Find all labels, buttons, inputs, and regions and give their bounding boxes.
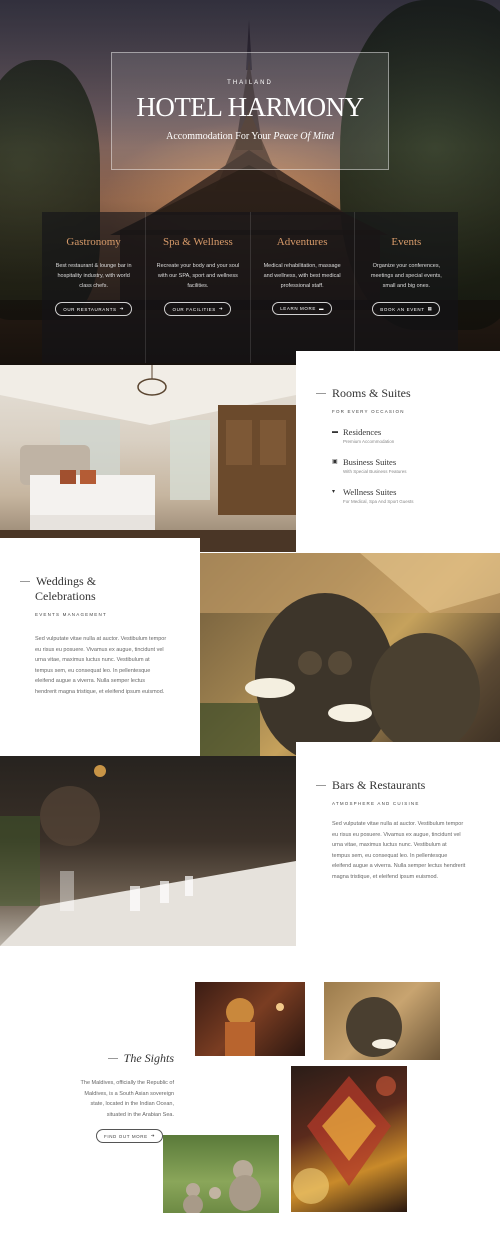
hero-title-box: THAILAND HOTEL HARMONY Accommodation For… [111, 52, 389, 170]
arrow-right-icon: ➔ [150, 1133, 156, 1138]
feature-adventures: Adventures Medical rehabilitation, massa… [250, 212, 355, 363]
photo-statue [324, 982, 440, 1060]
dancer-illustration [225, 998, 284, 1056]
button-label: FIND OUT MORE [104, 1133, 148, 1139]
table-illustration [0, 765, 296, 946]
building-icon: ▣ [332, 459, 338, 465]
feature-events: Events Organize your conferences, meetin… [354, 212, 458, 363]
heading-dash [107, 1058, 118, 1059]
bars-title: Bars & Restaurants [332, 778, 426, 792]
room-item-sub: Premium Accommodation [343, 439, 395, 444]
feature-description: Recreate your body and your soul with ou… [156, 263, 240, 289]
rooms-card: Rooms & Suites FOR EVERY OCCASION ▬ Resi… [296, 351, 500, 551]
feature-strip: Gastronomy Best restaurant & lounge bar … [42, 212, 458, 363]
room-item-sub: For Medical, Spa And Sport Guests [343, 499, 414, 504]
heading-dash [20, 581, 30, 582]
find-out-more-button[interactable]: FIND OUT MORE ➔ [96, 1129, 164, 1143]
learn-more-button[interactable]: LEARN MORE ▬ [272, 302, 333, 315]
bars-card: Bars & Restaurants ATMOSPHERE AND CUISIN… [296, 742, 500, 946]
calendar-icon: ▦ [427, 306, 433, 311]
arrow-right-icon: ➔ [119, 306, 125, 311]
room-item-sub: With Special Business Features [343, 469, 407, 474]
rooms-image [0, 365, 296, 552]
bars-body: Sed vulputate vitae nulla at auctor. Ves… [332, 821, 466, 880]
rooms-title: Rooms & Suites [332, 386, 411, 400]
feature-title: Gastronomy [66, 236, 121, 248]
room-item-business[interactable]: ▣ Business Suites With Special Business … [332, 457, 414, 474]
weddings-card: Weddings & Celebrations EVENTS MANAGEMEN… [0, 538, 200, 756]
glass-icon: ▾ [332, 489, 336, 495]
sights-section: The Sights The Maldives, officially the … [0, 946, 500, 1248]
arrow-right-icon: ➔ [218, 306, 224, 311]
hero-eyebrow: THAILAND [227, 80, 273, 86]
feature-spa: Spa & Wellness Recreate your body and yo… [146, 212, 251, 363]
room-item-title: Wellness Suites [343, 487, 397, 497]
feature-description: Organize your conferences, meetings and … [370, 263, 442, 289]
feature-description: Medical rehabilitation, massage and well… [263, 263, 341, 289]
ticket-icon: ▬ [318, 306, 325, 311]
monkeys-illustration [183, 1160, 261, 1213]
feature-title: Spa & Wellness [162, 236, 233, 248]
button-label: OUR RESTAURANTS [63, 306, 117, 312]
weddings-body: Sed vulputate vitae nulla at auctor. Ves… [35, 636, 167, 695]
room-item-wellness[interactable]: ▾ Wellness Suites For Medical, Spa And S… [332, 487, 414, 504]
heading-dash [316, 393, 326, 394]
hero-subtitle-emphasis: Peace Of Mind [273, 131, 334, 142]
statue-thumb-illustration [346, 997, 402, 1057]
photo-monkeys [163, 1135, 279, 1213]
photo-dancer [195, 982, 305, 1056]
sights-heading: The Sights [80, 1051, 174, 1066]
bed-icon: ▬ [332, 429, 338, 435]
photo-lanterns [291, 1066, 407, 1212]
weddings-title-line1: Weddings & [36, 574, 97, 588]
sights-body: The Maldives, officially the Republic of… [80, 1080, 174, 1118]
hero-subtitle: Accommodation For Your Peace Of Mind [112, 131, 388, 142]
statue-illustration [200, 553, 500, 756]
our-facilities-button[interactable]: OUR FACILITIES ➔ [164, 302, 232, 316]
hero-subtitle-prefix: Accommodation For Your [166, 131, 271, 142]
heading-dash [316, 785, 326, 786]
lanterns-illustration [293, 1076, 396, 1204]
button-label: LEARN MORE [280, 306, 316, 311]
feature-title: Events [391, 236, 422, 248]
room-item-title: Residences [343, 427, 382, 437]
bars-subtitle: ATMOSPHERE AND CUISINE [332, 801, 420, 806]
button-label: OUR FACILITIES [172, 306, 216, 312]
bars-heading: Bars & Restaurants [316, 778, 466, 793]
feature-description: Best restaurant & lounge bar in hospital… [55, 263, 132, 289]
hero-section: THAILAND HOTEL HARMONY Accommodation For… [0, 0, 500, 365]
weddings-image [200, 553, 500, 756]
bedroom-illustration [0, 365, 296, 552]
weddings-heading: Weddings & [20, 574, 167, 589]
room-item-title: Business Suites [343, 457, 397, 467]
weddings-subtitle: EVENTS MANAGEMENT [35, 612, 107, 617]
rooms-heading: Rooms & Suites [316, 386, 414, 401]
book-an-event-button[interactable]: BOOK AN EVENT ▦ [372, 302, 441, 316]
sights-title: The Sights [123, 1051, 174, 1065]
our-restaurants-button[interactable]: OUR RESTAURANTS ➔ [55, 302, 133, 316]
weddings-title-line2: Celebrations [35, 589, 96, 603]
feature-title: Adventures [276, 236, 328, 248]
room-item-residences[interactable]: ▬ Residences Premium Accommodation [332, 427, 414, 444]
feature-gastronomy: Gastronomy Best restaurant & lounge bar … [42, 212, 147, 363]
rooms-subtitle: FOR EVERY OCCASION [332, 409, 405, 414]
button-label: BOOK AN EVENT [380, 306, 425, 312]
hero-title: HOTEL HARMONY [136, 92, 364, 122]
bars-image [0, 756, 296, 946]
